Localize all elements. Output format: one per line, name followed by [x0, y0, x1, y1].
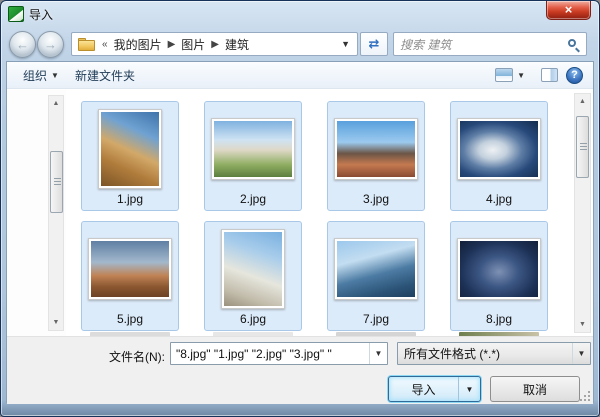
- back-button[interactable]: ←: [9, 31, 36, 58]
- file-label: 4.jpg: [485, 192, 513, 206]
- new-folder-label: 新建文件夹: [74, 68, 135, 83]
- file-item[interactable]: 4.jpg: [450, 101, 548, 211]
- thumbnail: [457, 118, 541, 180]
- navigation-pane: ▲ ▼: [7, 90, 66, 336]
- import-dialog-window: 导入 × ← → « 我的图片 ▶ 图片 ▶ 建筑 ▼ ⇄ 搜索 建筑 组织 ▼: [0, 0, 600, 417]
- thumbnail: [334, 238, 418, 300]
- back-icon: ←: [16, 37, 29, 52]
- file-item[interactable]: 7.jpg: [327, 221, 425, 331]
- organize-button[interactable]: 组织 ▼: [15, 63, 67, 88]
- resize-grip[interactable]: [579, 390, 591, 402]
- filename-value: "8.jpg" "1.jpg" "2.jpg" "3.jpg" ": [176, 346, 332, 361]
- import-button[interactable]: 导入 ▼: [388, 376, 481, 402]
- file-list: 1.jpg 2.jpg 3.jpg 4.jpg 5.jpg 6.jpg 7.jp…: [66, 90, 576, 336]
- thumbnail: [457, 238, 541, 300]
- scroll-down-icon[interactable]: ▼: [49, 315, 63, 330]
- preview-pane-button[interactable]: [541, 68, 558, 82]
- breadcrumb-overflow-chevron[interactable]: «: [100, 39, 110, 50]
- views-icon: [495, 68, 514, 82]
- close-icon: ×: [564, 2, 573, 17]
- dialog-client-area: 组织 ▼ 新建文件夹 ▼ ? ▲ ▼ 1.jpg 2.jpg 3.jpg 4.j…: [6, 61, 594, 404]
- folder-icon: [78, 37, 95, 51]
- chevron-down-icon[interactable]: ▼: [572, 343, 590, 364]
- scroll-up-icon[interactable]: ▲: [575, 94, 590, 109]
- close-button[interactable]: ×: [546, 1, 591, 20]
- thumbnail: [98, 109, 162, 189]
- thumbnail: [211, 118, 295, 180]
- file-label: 3.jpg: [362, 192, 390, 206]
- file-item[interactable]: 6.jpg: [204, 221, 302, 331]
- thumbnail: [221, 229, 285, 309]
- help-button[interactable]: ?: [566, 66, 583, 84]
- thumbnail: [334, 118, 418, 180]
- thumbnail: [88, 238, 172, 300]
- refresh-icon: ⇄: [368, 36, 380, 51]
- file-label: 8.jpg: [485, 312, 513, 326]
- breadcrumb[interactable]: « 我的图片 ▶ 图片 ▶ 建筑 ▼: [71, 32, 358, 56]
- file-item[interactable]: 1.jpg: [81, 101, 179, 211]
- breadcrumb-item-pictures[interactable]: 图片: [177, 36, 209, 53]
- breadcrumb-item-my-pictures[interactable]: 我的图片: [110, 36, 166, 53]
- title-bar: 导入 ×: [1, 1, 599, 27]
- dialog-footer: 文件名(N): "8.jpg" "1.jpg" "2.jpg" "3.jpg" …: [7, 336, 593, 404]
- filetype-value: 所有文件格式 (*.*): [404, 347, 501, 361]
- search-placeholder: 搜索 建筑: [400, 37, 452, 52]
- command-toolbar: 组织 ▼ 新建文件夹 ▼ ?: [7, 62, 593, 89]
- file-list-scrollbar[interactable]: ▲ ▼: [574, 93, 591, 333]
- navigation-pane-scrollbar[interactable]: ▲ ▼: [48, 95, 64, 331]
- file-list-area: ▲ ▼ 1.jpg 2.jpg 3.jpg 4.jpg 5.jpg 6.jpg …: [7, 90, 593, 336]
- chevron-down-icon[interactable]: ▼: [369, 343, 387, 364]
- file-label: 5.jpg: [116, 312, 144, 326]
- cancel-button[interactable]: 取消: [490, 376, 580, 402]
- toolbar-right-group: ▼ ?: [479, 64, 583, 86]
- organize-label: 组织: [23, 68, 48, 83]
- forward-icon: →: [44, 37, 57, 52]
- scrollbar-thumb[interactable]: [50, 151, 63, 213]
- file-item[interactable]: 8.jpg: [450, 221, 548, 331]
- forward-button[interactable]: →: [37, 31, 64, 58]
- views-button[interactable]: ▼: [487, 64, 533, 86]
- new-folder-button[interactable]: 新建文件夹: [67, 63, 143, 88]
- chevron-down-icon: ▼: [51, 70, 59, 80]
- file-label: 1.jpg: [116, 192, 144, 206]
- scroll-down-icon[interactable]: ▼: [575, 317, 590, 332]
- file-item[interactable]: 3.jpg: [327, 101, 425, 211]
- scroll-up-icon[interactable]: ▲: [49, 96, 63, 111]
- file-label: 2.jpg: [239, 192, 267, 206]
- search-icon: [567, 38, 580, 52]
- filename-label: 文件名(N):: [109, 350, 165, 364]
- import-label: 导入: [411, 382, 436, 397]
- breadcrumb-item-buildings[interactable]: 建筑: [221, 36, 253, 53]
- file-label: 6.jpg: [239, 312, 267, 326]
- filename-combobox[interactable]: "8.jpg" "1.jpg" "2.jpg" "3.jpg" " ▼: [170, 342, 388, 365]
- cancel-label: 取消: [522, 382, 547, 397]
- window-title: 导入: [29, 8, 54, 22]
- file-item[interactable]: 5.jpg: [81, 221, 179, 331]
- chevron-down-icon: ▼: [517, 70, 525, 80]
- file-label: 7.jpg: [362, 312, 390, 326]
- search-input[interactable]: 搜索 建筑: [393, 32, 587, 56]
- import-split-arrow[interactable]: ▼: [458, 377, 480, 401]
- scrollbar-thumb[interactable]: [576, 116, 589, 178]
- breadcrumb-separator-icon[interactable]: ▶: [166, 39, 178, 50]
- file-item[interactable]: 2.jpg: [204, 101, 302, 211]
- filetype-combobox[interactable]: 所有文件格式 (*.*) ▼: [397, 342, 591, 365]
- breadcrumb-separator-icon[interactable]: ▶: [209, 39, 221, 50]
- refresh-button[interactable]: ⇄: [360, 32, 388, 56]
- breadcrumb-dropdown-icon[interactable]: ▼: [338, 39, 353, 49]
- app-icon: [8, 6, 24, 22]
